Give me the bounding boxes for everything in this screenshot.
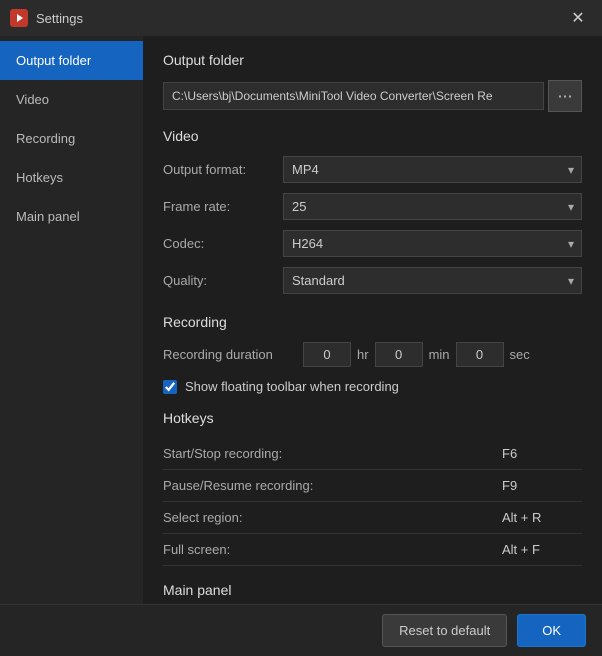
- hotkey-select-region-value: Alt + R: [502, 510, 582, 525]
- quality-select[interactable]: Low Standard High Lossless: [283, 267, 582, 294]
- hotkey-row-start-stop: Start/Stop recording: F6: [163, 438, 582, 470]
- floating-toolbar-label: Show floating toolbar when recording: [185, 379, 399, 394]
- footer: Reset to default OK: [0, 604, 602, 656]
- main-panel-section: Main panel: [163, 582, 582, 598]
- frame-rate-row: Frame rate: 15 25 30 60: [163, 193, 582, 220]
- quality-wrapper: Low Standard High Lossless: [283, 267, 582, 294]
- output-folder-row: C:\Users\bj\Documents\MiniTool Video Con…: [163, 80, 582, 112]
- hotkey-select-region-label: Select region:: [163, 510, 502, 525]
- sidebar-item-main-panel[interactable]: Main panel: [0, 197, 143, 236]
- codec-wrapper: H264 H265 VP8: [283, 230, 582, 257]
- content-area: Output folder Video Recording Hotkeys Ma…: [0, 36, 602, 604]
- hotkey-pause-resume-label: Pause/Resume recording:: [163, 478, 502, 493]
- sidebar-item-output-folder[interactable]: Output folder: [0, 41, 143, 80]
- min-unit: min: [429, 347, 450, 362]
- output-format-row: Output format: MP4 AVI MKV MOV: [163, 156, 582, 183]
- browse-button[interactable]: ⋯: [548, 80, 582, 112]
- video-title: Video: [163, 128, 582, 144]
- output-format-wrapper: MP4 AVI MKV MOV: [283, 156, 582, 183]
- hotkey-full-screen-label: Full screen:: [163, 542, 502, 557]
- main-panel-title: Main panel: [163, 582, 582, 598]
- hotkeys-section: Hotkeys Start/Stop recording: F6 Pause/R…: [163, 410, 582, 566]
- hr-unit: hr: [357, 347, 369, 362]
- hotkey-row-full-screen: Full screen: Alt + F: [163, 534, 582, 566]
- window-title: Settings: [36, 11, 564, 26]
- frame-rate-wrapper: 15 25 30 60: [283, 193, 582, 220]
- output-folder-title: Output folder: [163, 52, 582, 68]
- duration-label: Recording duration: [163, 347, 303, 362]
- reset-button[interactable]: Reset to default: [382, 614, 507, 647]
- output-format-label: Output format:: [163, 162, 283, 177]
- quality-label: Quality:: [163, 273, 283, 288]
- duration-hr-input[interactable]: [303, 342, 351, 367]
- recording-title: Recording: [163, 314, 582, 330]
- hotkeys-title: Hotkeys: [163, 410, 582, 426]
- frame-rate-select[interactable]: 15 25 30 60: [283, 193, 582, 220]
- hotkey-start-stop-label: Start/Stop recording:: [163, 446, 502, 461]
- close-button[interactable]: ✕: [564, 4, 592, 32]
- sidebar: Output folder Video Recording Hotkeys Ma…: [0, 36, 143, 604]
- hotkey-pause-resume-value: F9: [502, 478, 582, 493]
- output-path: C:\Users\bj\Documents\MiniTool Video Con…: [163, 82, 544, 110]
- sidebar-item-hotkeys[interactable]: Hotkeys: [0, 158, 143, 197]
- hotkey-row-select-region: Select region: Alt + R: [163, 502, 582, 534]
- titlebar: Settings ✕: [0, 0, 602, 36]
- main-content: Output folder C:\Users\bj\Documents\Mini…: [143, 36, 602, 604]
- app-icon: [10, 9, 28, 27]
- duration-min-input[interactable]: [375, 342, 423, 367]
- codec-select[interactable]: H264 H265 VP8: [283, 230, 582, 257]
- duration-sec-input[interactable]: [456, 342, 504, 367]
- quality-row: Quality: Low Standard High Lossless: [163, 267, 582, 294]
- floating-toolbar-row: Show floating toolbar when recording: [163, 379, 582, 394]
- sidebar-item-recording[interactable]: Recording: [0, 119, 143, 158]
- hotkey-row-pause-resume: Pause/Resume recording: F9: [163, 470, 582, 502]
- codec-row: Codec: H264 H265 VP8: [163, 230, 582, 257]
- sidebar-item-video[interactable]: Video: [0, 80, 143, 119]
- floating-toolbar-checkbox[interactable]: [163, 380, 177, 394]
- sec-unit: sec: [510, 347, 530, 362]
- codec-label: Codec:: [163, 236, 283, 251]
- settings-window: Settings ✕ Output folder Video Recording…: [0, 0, 602, 656]
- hotkey-full-screen-value: Alt + F: [502, 542, 582, 557]
- output-format-select[interactable]: MP4 AVI MKV MOV: [283, 156, 582, 183]
- frame-rate-label: Frame rate:: [163, 199, 283, 214]
- ok-button[interactable]: OK: [517, 614, 586, 647]
- hotkey-start-stop-value: F6: [502, 446, 582, 461]
- recording-duration-row: Recording duration hr min sec: [163, 342, 582, 367]
